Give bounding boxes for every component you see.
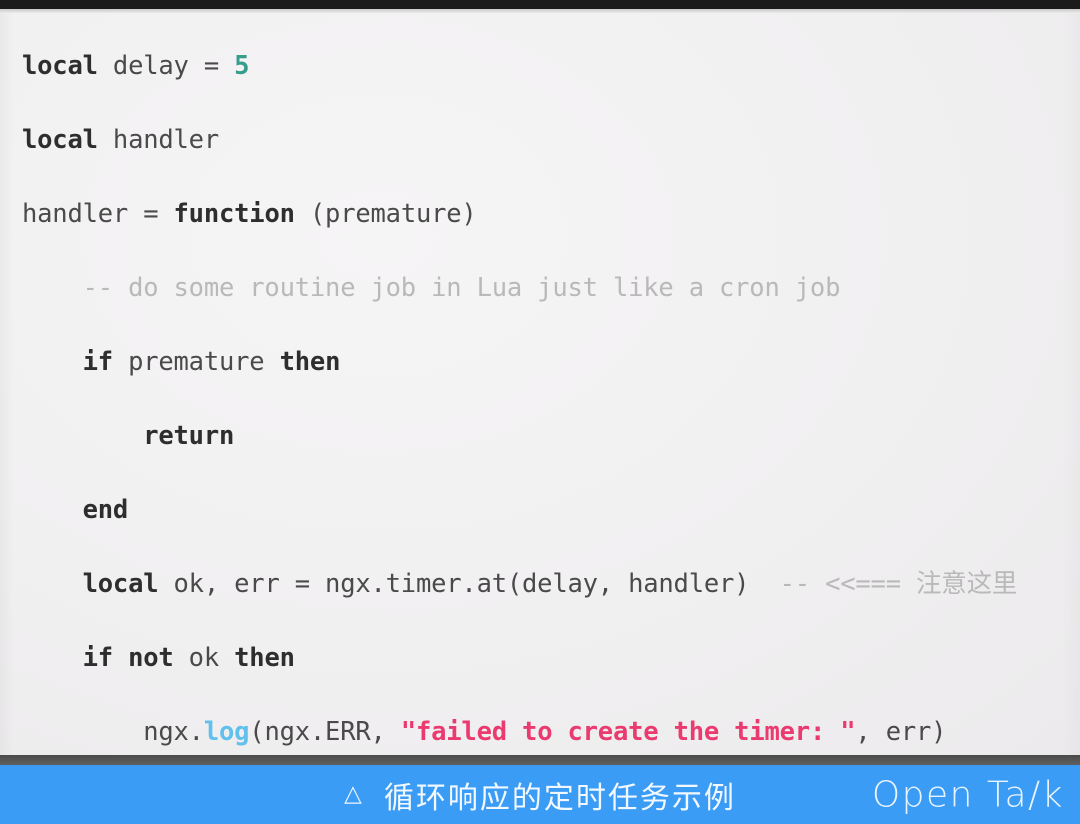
- code-token-id: [22, 495, 83, 525]
- code-token-id: (premature): [294, 198, 477, 229]
- code-line: ngx.log(ngx.ERR, "failed to create the t…: [22, 714, 1072, 751]
- code-token-str: "failed to create the timer: ": [400, 716, 856, 747]
- code-token-num: 5: [234, 50, 250, 81]
- code-token-id: ok, err = ngx.timer.at(delay, handler): [158, 568, 780, 599]
- presentation-slide: local delay = 5 local handler handler = …: [0, 0, 1080, 824]
- code-token-id: [22, 347, 83, 377]
- code-line: if premature then: [22, 344, 1072, 381]
- code-token-id: [22, 273, 83, 303]
- code-token-id: [22, 421, 143, 451]
- code-token-id: premature: [112, 346, 280, 377]
- code-token-id: (ngx.ERR,: [249, 716, 401, 747]
- code-token-kw: if: [82, 346, 114, 377]
- open-talk-brand-logo: Open Ta/k: [871, 774, 1064, 815]
- code-token-kw: then: [279, 346, 341, 377]
- code-line: local delay = 5: [22, 48, 1072, 85]
- code-line: end: [22, 492, 1072, 529]
- code-token-id: handler =: [22, 198, 174, 229]
- code-token-id: ngx.: [22, 716, 204, 747]
- code-token-kw: then: [234, 642, 295, 673]
- code-token-fn: log: [203, 716, 250, 747]
- code-line: local handler: [22, 122, 1072, 159]
- code-token-cmt: -- do some routine job in Lua just like …: [82, 272, 841, 303]
- code-token-kw: if not: [82, 642, 174, 673]
- code-token-id: [22, 643, 83, 673]
- code-block: local delay = 5 local handler handler = …: [22, 48, 1072, 824]
- slide-footer: △ 循环响应的定时任务示例 Open Ta/k: [0, 765, 1080, 824]
- code-token-id: delay =: [97, 50, 235, 81]
- code-token-id: handler: [97, 124, 219, 155]
- code-token-kw: local: [22, 124, 98, 155]
- triangle-outline-icon: △: [344, 781, 362, 807]
- code-token-kw: return: [143, 420, 235, 451]
- code-token-cmt: -- <<=== 注意这里: [779, 568, 1018, 599]
- code-line: if not ok then: [22, 640, 1072, 677]
- code-token-kw: end: [82, 494, 129, 525]
- footer-divider: [0, 755, 1080, 765]
- code-token-kw: local: [82, 568, 159, 599]
- code-line: -- do some routine job in Lua just like …: [22, 270, 1072, 307]
- code-token-kw: function: [173, 198, 295, 229]
- code-token-id: , err): [855, 716, 947, 747]
- code-line: handler = function (premature): [22, 196, 1072, 233]
- slide-title: 循环响应的定时任务示例: [383, 780, 736, 816]
- code-token-kw: local: [22, 50, 98, 81]
- code-line: local ok, err = ngx.timer.at(delay, hand…: [22, 566, 1072, 603]
- code-token-id: ok: [173, 642, 235, 673]
- code-token-id: [22, 569, 83, 599]
- top-black-band: [0, 0, 1080, 9]
- code-line: return: [22, 418, 1072, 455]
